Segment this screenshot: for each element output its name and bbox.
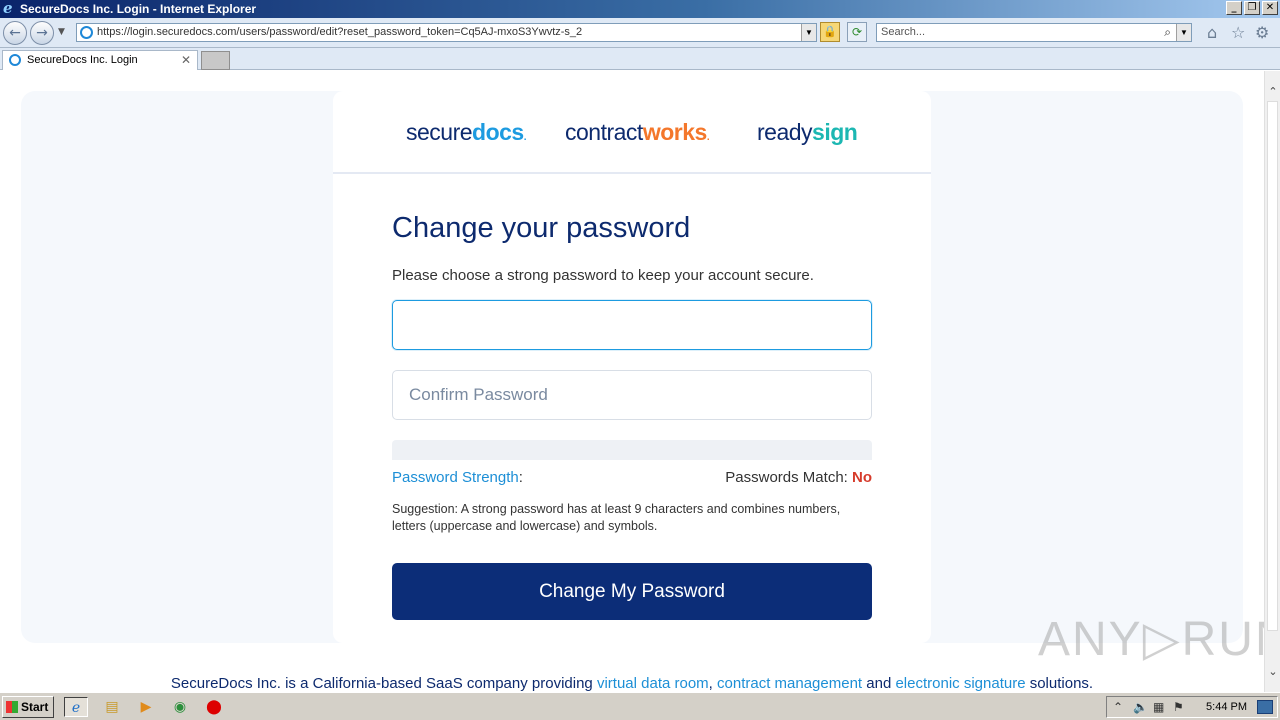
address-dropdown-icon[interactable]: ▼ (801, 24, 816, 41)
taskbar-explorer-icon[interactable]: ▤ (100, 697, 124, 717)
lock-icon[interactable]: 🔒 (820, 22, 840, 42)
restore-button[interactable]: ❐ (1244, 1, 1260, 15)
search-placeholder: Search... (881, 26, 926, 38)
start-label: Start (21, 700, 49, 714)
network-icon[interactable]: ▦ (1153, 697, 1164, 717)
show-desktop-icon[interactable] (1257, 700, 1273, 714)
scrollbar-thumb[interactable] (1267, 101, 1278, 631)
footer-suffix: solutions. (1025, 675, 1094, 692)
virtual-data-room-link[interactable]: virtual data room (597, 675, 709, 692)
windows-flag-icon (6, 701, 18, 713)
passwords-match-value: No (852, 469, 872, 486)
gear-icon[interactable]: ⚙ (1255, 24, 1269, 42)
window-controls: _ ❐ ✕ (1226, 1, 1278, 15)
password-strength-colon: : (518, 469, 523, 486)
ie-logo-icon: e (3, 0, 13, 17)
password-strength-label[interactable]: Password Strength: (392, 469, 523, 486)
forward-button[interactable]: → (30, 21, 54, 45)
footer-prefix: SecureDocs Inc. is a California-based Sa… (170, 675, 597, 692)
securedocs-logo-dot: . (523, 132, 527, 143)
taskbar-chrome-icon[interactable]: ◉ (168, 697, 192, 717)
home-icon[interactable]: ⌂ (1207, 24, 1217, 42)
forward-arrow-icon: → (36, 25, 48, 41)
favorites-star-icon[interactable]: ☆ (1231, 24, 1245, 42)
tab-bar: SecureDocs Inc. Login ✕ (0, 48, 1280, 70)
password-suggestion: Suggestion: A strong password has at lea… (392, 502, 841, 533)
search-icon[interactable]: ⌕ (1164, 24, 1171, 41)
electronic-signature-link[interactable]: electronic signature (895, 675, 1025, 692)
tab-title: SecureDocs Inc. Login (27, 54, 138, 66)
page-viewport: securedocs. contractworks. readysign Cha… (0, 71, 1264, 692)
minimize-button[interactable]: _ (1226, 1, 1242, 15)
vertical-scrollbar[interactable]: ⌃ ⌄ (1264, 71, 1280, 692)
close-tab-icon[interactable]: ✕ (181, 51, 191, 69)
securedocs-logo-part2: docs (472, 119, 524, 145)
tab-favicon-icon (9, 54, 21, 66)
password-strength-link[interactable]: Password Strength (392, 469, 519, 486)
taskbar-stop-icon[interactable]: ⬤ (202, 697, 226, 717)
password-strength-bar (392, 440, 872, 460)
new-tab-button[interactable] (201, 51, 230, 70)
site-favicon-icon (80, 26, 93, 39)
footer-separator-1: , (708, 675, 718, 692)
contractworks-logo-dot: . (706, 132, 710, 143)
tab-securedocs-login[interactable]: SecureDocs Inc. Login ✕ (2, 50, 198, 70)
readysign-logo-part1: ready (757, 119, 813, 145)
taskbar-clock[interactable]: 5:44 PM (1206, 697, 1247, 717)
system-tray: ⌃ 🔈 ▦ ⚑ 5:44 PM (1106, 696, 1278, 718)
securedocs-logo-part1: secure (406, 119, 473, 145)
window-title: SecureDocs Inc. Login - Internet Explore… (20, 2, 257, 16)
window-titlebar: e SecureDocs Inc. Login - Internet Explo… (0, 0, 1280, 18)
action-center-flag-icon[interactable]: ⚑ (1173, 697, 1184, 717)
close-window-button[interactable]: ✕ (1262, 1, 1278, 15)
back-arrow-icon: ← (9, 25, 21, 41)
footer-separator-2: and (862, 675, 896, 692)
volume-icon[interactable]: 🔈 (1133, 697, 1148, 717)
back-button[interactable]: ← (3, 21, 27, 45)
taskbar-media-player-icon[interactable]: ▶ (134, 697, 158, 717)
taskbar-ie-icon[interactable]: e (64, 697, 88, 717)
refresh-button[interactable]: ⟳ (847, 22, 867, 42)
contract-management-link[interactable]: contract management (717, 675, 862, 692)
readysign-logo[interactable]: readysign (757, 119, 858, 146)
login-card: securedocs. contractworks. readysign Cha… (333, 91, 931, 643)
page-subtitle: Please choose a strong password to keep … (392, 267, 814, 284)
address-url: https://login.securedocs.com/users/passw… (97, 26, 583, 38)
passwords-match-label: Passwords Match: (725, 469, 852, 486)
windows-taskbar: Start e ▤ ▶ ◉ ⬤ ⌃ 🔈 ▦ ⚑ 5:44 PM (0, 692, 1280, 720)
search-input[interactable]: Search... ⌕ ▼ (876, 23, 1192, 42)
contractworks-logo-part2: works (642, 119, 707, 145)
browser-toolbar: ← → ▼ https://login.securedocs.com/users… (0, 18, 1280, 48)
start-button[interactable]: Start (2, 696, 54, 718)
tray-expand-icon[interactable]: ⌃ (1113, 697, 1123, 717)
anyrun-watermark: ANY▷RUN (1038, 613, 1264, 666)
readysign-logo-part2: sign (812, 119, 858, 145)
scroll-up-icon[interactable]: ⌃ (1265, 85, 1280, 98)
search-dropdown-icon[interactable]: ▼ (1176, 24, 1191, 41)
contractworks-logo[interactable]: contractworks. (565, 119, 710, 146)
change-password-button[interactable]: Change My Password (392, 563, 872, 620)
history-dropdown-icon[interactable]: ▼ (58, 27, 65, 37)
new-password-input[interactable] (392, 300, 872, 350)
scroll-down-icon[interactable]: ⌄ (1265, 665, 1280, 678)
page-title: Change your password (392, 212, 691, 244)
brand-logos: securedocs. contractworks. readysign (333, 91, 931, 174)
contractworks-logo-part1: contract (565, 119, 643, 145)
address-bar[interactable]: https://login.securedocs.com/users/passw… (76, 23, 817, 42)
footer-text: SecureDocs Inc. is a California-based Sa… (0, 675, 1264, 692)
securedocs-logo[interactable]: securedocs. (406, 119, 527, 146)
confirm-password-input[interactable] (392, 370, 872, 420)
passwords-match-status: Passwords Match: No (725, 469, 872, 486)
